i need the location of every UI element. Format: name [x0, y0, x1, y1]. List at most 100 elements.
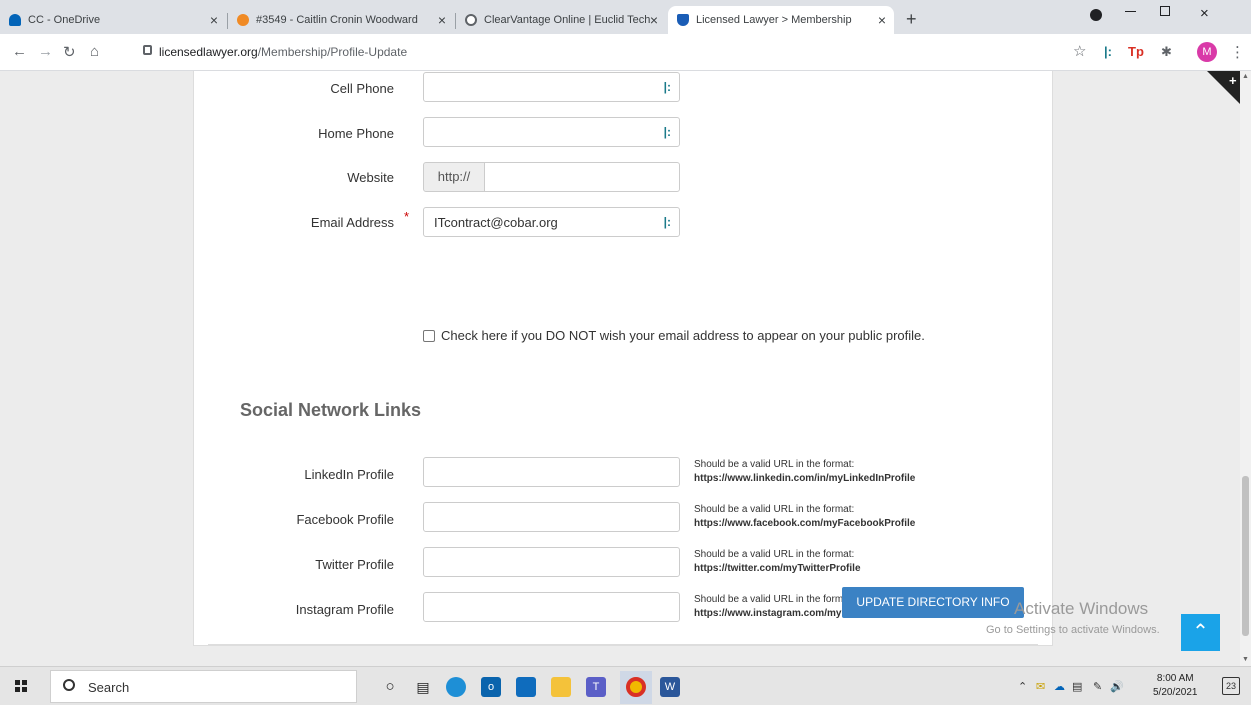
edge-icon[interactable] — [446, 677, 466, 697]
tab-title: #3549 - Caitlin Cronin Woodward — [256, 14, 418, 26]
chevron-up-icon: ⌃ — [1192, 621, 1209, 643]
hide-email-checkbox[interactable] — [423, 329, 435, 342]
onedrive-icon — [9, 14, 21, 26]
tab-title: Licensed Lawyer > Membership — [696, 14, 852, 26]
instagram-input[interactable] — [423, 592, 680, 622]
form-divider — [208, 644, 1038, 645]
tp-extension-icon[interactable]: Tp — [1128, 44, 1144, 59]
windows-start-icon[interactable] — [15, 680, 27, 692]
scroll-down-arrow-icon[interactable]: ▼ — [1242, 656, 1249, 663]
word-icon[interactable]: W — [660, 677, 680, 697]
bookmark-star-icon[interactable]: ☆ — [1073, 42, 1086, 60]
social-section-title: Social Network Links — [240, 400, 422, 420]
profile-form-panel: Cell Phone |: Home Phone |: Website http… — [193, 71, 1053, 646]
menu-kebab-icon[interactable]: ⋮ — [1230, 43, 1245, 61]
tab-licensed-lawyer[interactable]: Licensed Lawyer > Membership × — [668, 6, 894, 34]
taskbar-clock[interactable]: 8:00 AM 5/20/2021 — [1153, 672, 1198, 700]
scroll-to-top-button[interactable]: ⌃ — [1181, 614, 1220, 651]
tab-onedrive[interactable]: CC - OneDrive × — [0, 6, 226, 34]
new-tab-button[interactable]: + — [906, 9, 917, 30]
home-phone-label: Home Phone — [318, 126, 394, 141]
cell-phone-input[interactable]: |: — [423, 72, 680, 102]
tab-title: CC - OneDrive — [28, 14, 101, 26]
scroll-up-arrow-icon[interactable]: ▲ — [1242, 73, 1249, 80]
email-label: Email Address — [310, 215, 394, 230]
bitwarden-field-icon[interactable]: |: — [664, 80, 671, 94]
close-icon[interactable]: × — [650, 12, 658, 28]
twitter-input[interactable] — [423, 547, 680, 577]
cell-phone-label: Cell Phone — [330, 81, 394, 96]
facebook-label: Facebook Profile — [296, 512, 394, 527]
lock-icon — [143, 45, 152, 55]
website-prefix: http:// — [423, 162, 485, 192]
task-view-icon[interactable]: ▤ — [413, 677, 433, 697]
facebook-input[interactable] — [423, 502, 680, 532]
tray-volume-icon[interactable]: 🔊 — [1110, 680, 1124, 693]
store-icon[interactable] — [516, 677, 536, 697]
outlook-icon[interactable]: o — [481, 677, 501, 697]
tab-clearvantage[interactable]: ClearVantage Online | Euclid Tech × — [456, 6, 666, 34]
browser-tab-strip: CC - OneDrive × #3549 - Caitlin Cronin W… — [0, 0, 1251, 34]
file-explorer-icon[interactable] — [551, 677, 571, 697]
reload-icon[interactable]: ↻ — [63, 43, 76, 61]
activate-windows-subtitle: Go to Settings to activate Windows. — [986, 624, 1160, 636]
required-marker: * — [404, 209, 410, 224]
page-viewport: Cell Phone |: Home Phone |: Website http… — [0, 71, 1240, 666]
instagram-label: Instagram Profile — [295, 602, 394, 617]
taskbar-search-box[interactable]: Search — [50, 670, 357, 703]
email-value: ITcontract@cobar.org — [434, 215, 558, 230]
profile-avatar[interactable]: M — [1197, 42, 1217, 62]
website-label: Website — [347, 170, 394, 185]
back-icon[interactable]: ← — [12, 43, 27, 60]
tray-network-icon[interactable]: ▤ — [1072, 680, 1082, 693]
tab-ticket[interactable]: #3549 - Caitlin Cronin Woodward × — [228, 6, 454, 34]
globe-icon — [465, 14, 477, 26]
linkedin-input[interactable] — [423, 457, 680, 487]
home-phone-input[interactable]: |: — [423, 117, 680, 147]
tray-pen-icon[interactable]: ✎ — [1093, 680, 1102, 693]
teams-icon[interactable]: T — [586, 677, 606, 697]
forward-icon[interactable]: → — [38, 43, 53, 60]
facebook-hint: Should be a valid URL in the format: htt… — [694, 504, 916, 529]
plus-icon[interactable]: + — [1229, 73, 1237, 88]
extension-record-icon[interactable] — [1090, 9, 1102, 21]
twitter-label: Twitter Profile — [315, 557, 394, 572]
cortana-icon[interactable]: ○ — [380, 677, 400, 697]
close-icon[interactable]: × — [438, 12, 446, 28]
restore-icon[interactable] — [1160, 6, 1170, 16]
windows-taskbar: Search ○ ▤ o T W ⌃ ✉ ☁ ▤ ✎ 🔊 8:00 AM 5/2… — [0, 666, 1251, 705]
notification-center-icon[interactable]: 23 — [1222, 677, 1240, 695]
bitwarden-field-icon[interactable]: |: — [664, 215, 671, 229]
chrome-icon — [626, 677, 646, 697]
url-text: licensedlawyer.org/Membership/Profile-Up… — [159, 45, 408, 59]
shield-icon — [677, 14, 689, 26]
tray-mail-icon[interactable]: ✉ — [1036, 680, 1045, 693]
linkedin-label: LinkedIn Profile — [304, 467, 394, 482]
website-input[interactable] — [484, 162, 680, 192]
ticket-icon — [237, 14, 249, 26]
tray-onedrive-icon[interactable]: ☁ — [1054, 680, 1065, 693]
close-icon[interactable]: × — [878, 12, 886, 28]
search-icon — [63, 679, 75, 691]
bitwarden-field-icon[interactable]: |: — [664, 125, 671, 139]
taskbar-search-text: Search — [88, 680, 130, 695]
hide-email-checkbox-label: Check here if you DO NOT wish your email… — [441, 328, 925, 343]
address-bar[interactable]: licensedlawyer.org/Membership/Profile-Up… — [135, 39, 1085, 65]
window-close-icon[interactable]: × — [1200, 5, 1209, 22]
linkedin-hint: Should be a valid URL in the format: htt… — [694, 459, 916, 484]
tray-chevron-up-icon[interactable]: ⌃ — [1018, 680, 1027, 693]
extensions-puzzle-icon[interactable]: ✱ — [1161, 44, 1172, 60]
page-scrollbar[interactable]: ▲ ▼ — [1240, 71, 1251, 666]
tab-title: ClearVantage Online | Euclid Tech — [484, 14, 651, 26]
twitter-hint: Should be a valid URL in the format: htt… — [694, 549, 861, 574]
home-icon[interactable]: ⌂ — [90, 43, 99, 60]
scrollbar-thumb[interactable] — [1242, 476, 1249, 636]
hide-email-row: Check here if you DO NOT wish your email… — [423, 328, 925, 343]
activate-windows-title: Activate Windows — [1014, 599, 1149, 618]
email-input[interactable]: ITcontract@cobar.org |: — [423, 207, 680, 237]
browser-toolbar: ← → ↻ ⌂ licensedlawyer.org/Membership/Pr… — [0, 34, 1251, 71]
close-icon[interactable]: × — [210, 12, 218, 28]
update-directory-button[interactable]: UPDATE DIRECTORY INFO — [842, 587, 1024, 618]
bitwarden-extension-icon[interactable]: |: — [1104, 44, 1112, 59]
minimize-icon[interactable] — [1125, 11, 1136, 12]
